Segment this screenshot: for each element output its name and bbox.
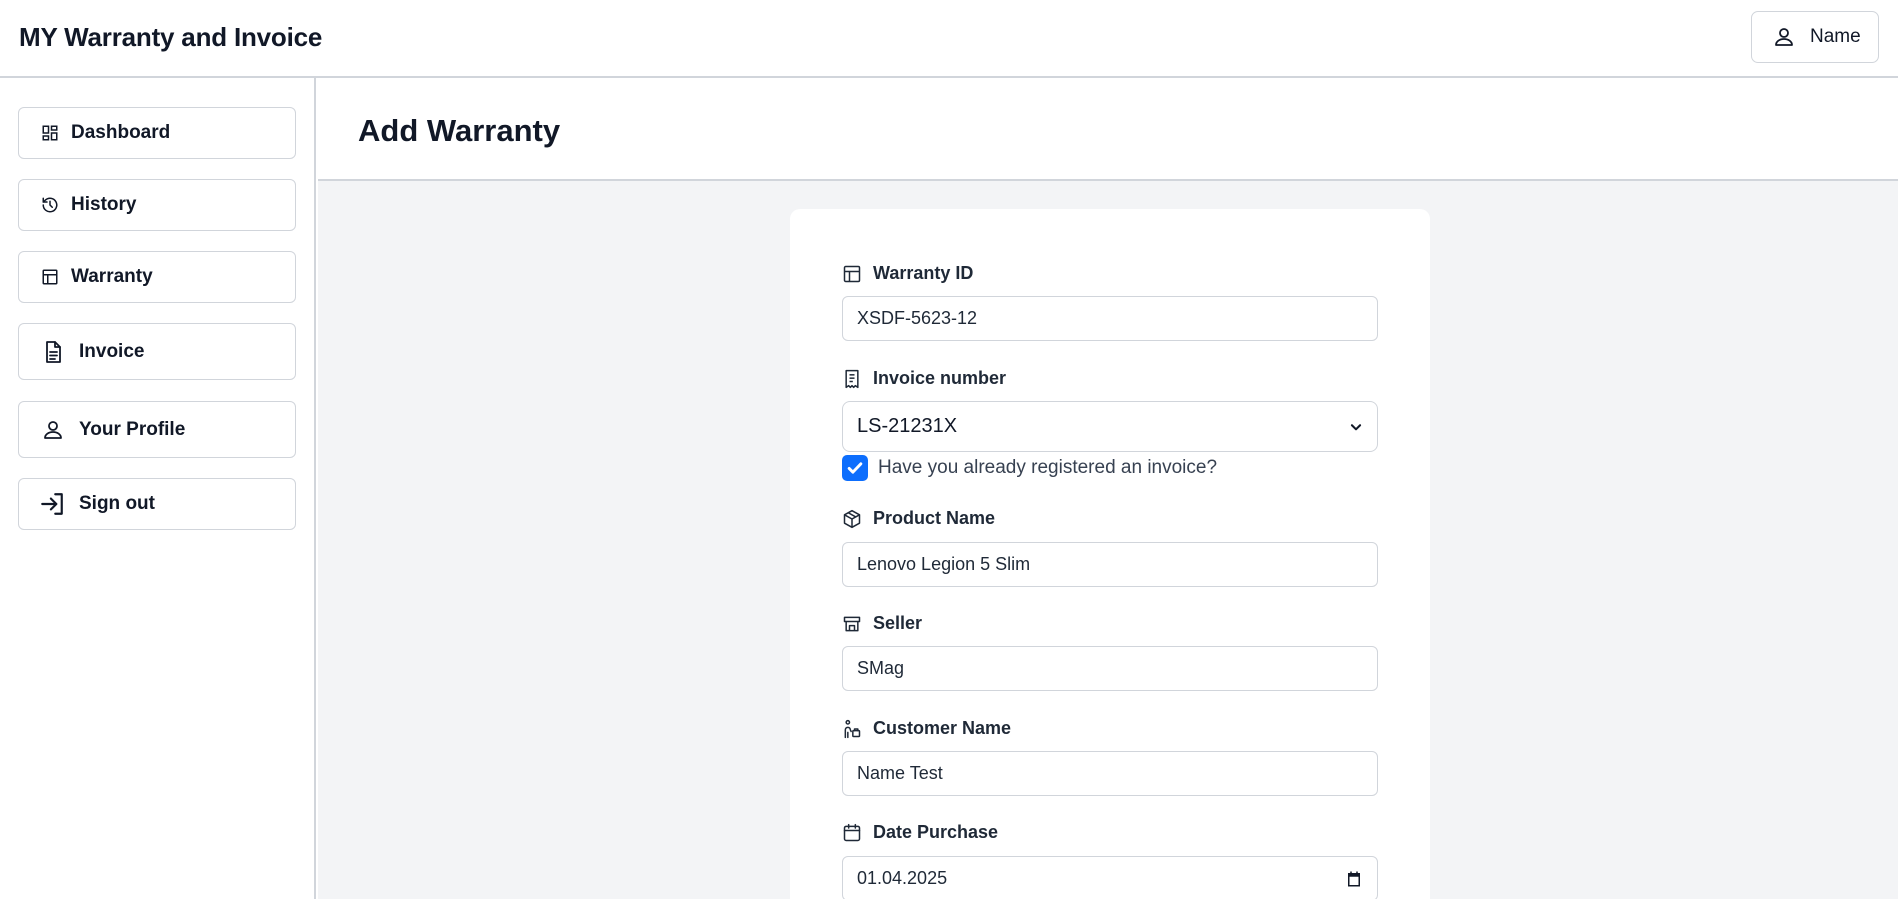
sidebar-item-label: Invoice: [79, 340, 145, 362]
warranty-id-label-text: Warranty ID: [873, 263, 974, 283]
app-title: MY Warranty and Invoice: [19, 22, 323, 52]
calendar-icon: [843, 823, 861, 841]
page-title: Add Warranty: [358, 113, 561, 148]
seller-label-text: Seller: [873, 613, 923, 633]
sidebar-item-label: Dashboard: [71, 122, 171, 143]
product-name-label-text: Product Name: [873, 508, 996, 528]
product-name-label: Product Name: [842, 508, 995, 529]
invoice-number-label-text: Invoice number: [873, 368, 1007, 388]
seller-input[interactable]: [842, 646, 1378, 691]
dashboard-icon: [42, 125, 58, 141]
sidebar-item-label: Sign out: [79, 493, 155, 514]
user-icon: [44, 420, 62, 439]
product-name-input[interactable]: [842, 542, 1378, 587]
invoice-number-selected-value: LS-21231X: [857, 415, 958, 437]
main-content: Warranty ID Invoice number LS-21231X Hav…: [318, 181, 1898, 899]
date-purchase-label: Date Purchase: [842, 822, 998, 843]
registered-invoice-label: Have you already registered an invoice?: [878, 457, 1218, 478]
sidebar: Dashboard History Warranty Invoice Your …: [0, 78, 316, 899]
sidebar-item-dashboard[interactable]: Dashboard: [18, 107, 296, 159]
checkmark-icon: [847, 462, 863, 474]
invoice-number-label: Invoice number: [842, 368, 1006, 389]
sidebar-item-label: History: [71, 194, 137, 215]
customer-name-label: Customer Name: [842, 718, 1011, 739]
sidebar-item-your-profile[interactable]: Your Profile: [18, 401, 296, 458]
date-purchase-value: 01.04.2025: [857, 868, 948, 888]
sidebar-item-history[interactable]: History: [18, 179, 296, 231]
store-icon: [843, 616, 861, 631]
top-header: MY Warranty and Invoice Name: [0, 0, 1898, 78]
customer-icon: [844, 719, 861, 738]
customer-name-input[interactable]: [842, 751, 1378, 796]
package-icon: [843, 509, 861, 528]
invoice-icon: [46, 340, 61, 363]
sidebar-item-warranty[interactable]: Warranty: [18, 251, 296, 303]
registered-invoice-checkbox[interactable]: [842, 455, 868, 481]
sidebar-item-label: Warranty: [71, 266, 153, 287]
date-purchase-label-text: Date Purchase: [873, 822, 999, 842]
history-icon: [42, 197, 58, 213]
customer-name-label-text: Customer Name: [873, 718, 1012, 738]
registered-invoice-row: Have you already registered an invoice?: [842, 455, 1217, 481]
seller-label: Seller: [842, 613, 922, 634]
receipt-icon: [845, 369, 859, 388]
warranty-icon: [42, 269, 58, 285]
chevron-down-icon: [1350, 423, 1362, 430]
sidebar-item-sign-out[interactable]: Sign out: [18, 478, 296, 530]
calendar-picker-icon[interactable]: [1345, 870, 1363, 888]
date-purchase-input[interactable]: 01.04.2025: [842, 856, 1378, 899]
layout-icon: [843, 265, 861, 282]
sidebar-item-label: Your Profile: [79, 418, 186, 440]
user-icon: [1775, 28, 1793, 46]
sign-out-icon: [41, 493, 63, 515]
warranty-id-label: Warranty ID: [842, 263, 973, 284]
sidebar-item-invoice[interactable]: Invoice: [18, 323, 296, 380]
user-menu-button[interactable]: Name: [1751, 11, 1879, 63]
add-warranty-form: Warranty ID Invoice number LS-21231X Hav…: [790, 209, 1430, 899]
user-name-label: Name: [1810, 26, 1861, 47]
warranty-id-input[interactable]: [842, 296, 1378, 341]
invoice-number-select[interactable]: LS-21231X: [842, 401, 1378, 452]
page-title-bar: Add Warranty: [318, 78, 1898, 181]
